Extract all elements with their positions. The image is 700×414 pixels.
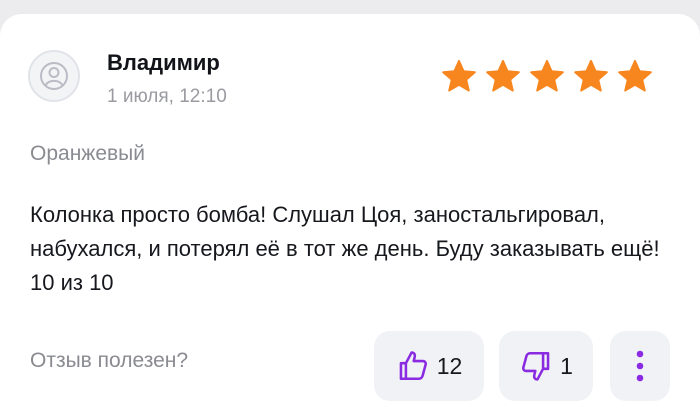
review-text: Колонка просто бомба! Слушал Цоя, заност… [30, 202, 660, 295]
like-count: 12 [436, 352, 463, 379]
star-icon [442, 59, 476, 92]
star-icon [486, 59, 520, 92]
avatar[interactable] [28, 50, 80, 102]
product-variant: Оранжевый [30, 142, 145, 165]
thumbs-down-icon [522, 351, 550, 381]
review-card: Владимир 1 июля, 12:10 Оранжевый Колонка… [0, 14, 700, 414]
more-options-button[interactable] [610, 331, 670, 401]
like-button[interactable]: 12 [374, 331, 484, 401]
author-name[interactable]: Владимир [107, 50, 220, 76]
more-vertical-icon [636, 350, 644, 382]
star-icon [574, 59, 608, 92]
thumbs-up-icon [399, 351, 427, 381]
review-date: 1 июля, 12:10 [107, 86, 227, 107]
star-icon [530, 59, 564, 92]
helpful-label: Отзыв полезен? [30, 349, 189, 372]
user-icon [40, 62, 68, 90]
star-rating [440, 58, 654, 96]
dislike-button[interactable]: 1 [499, 331, 593, 401]
dislike-count: 1 [560, 352, 573, 379]
star-icon [618, 59, 652, 92]
